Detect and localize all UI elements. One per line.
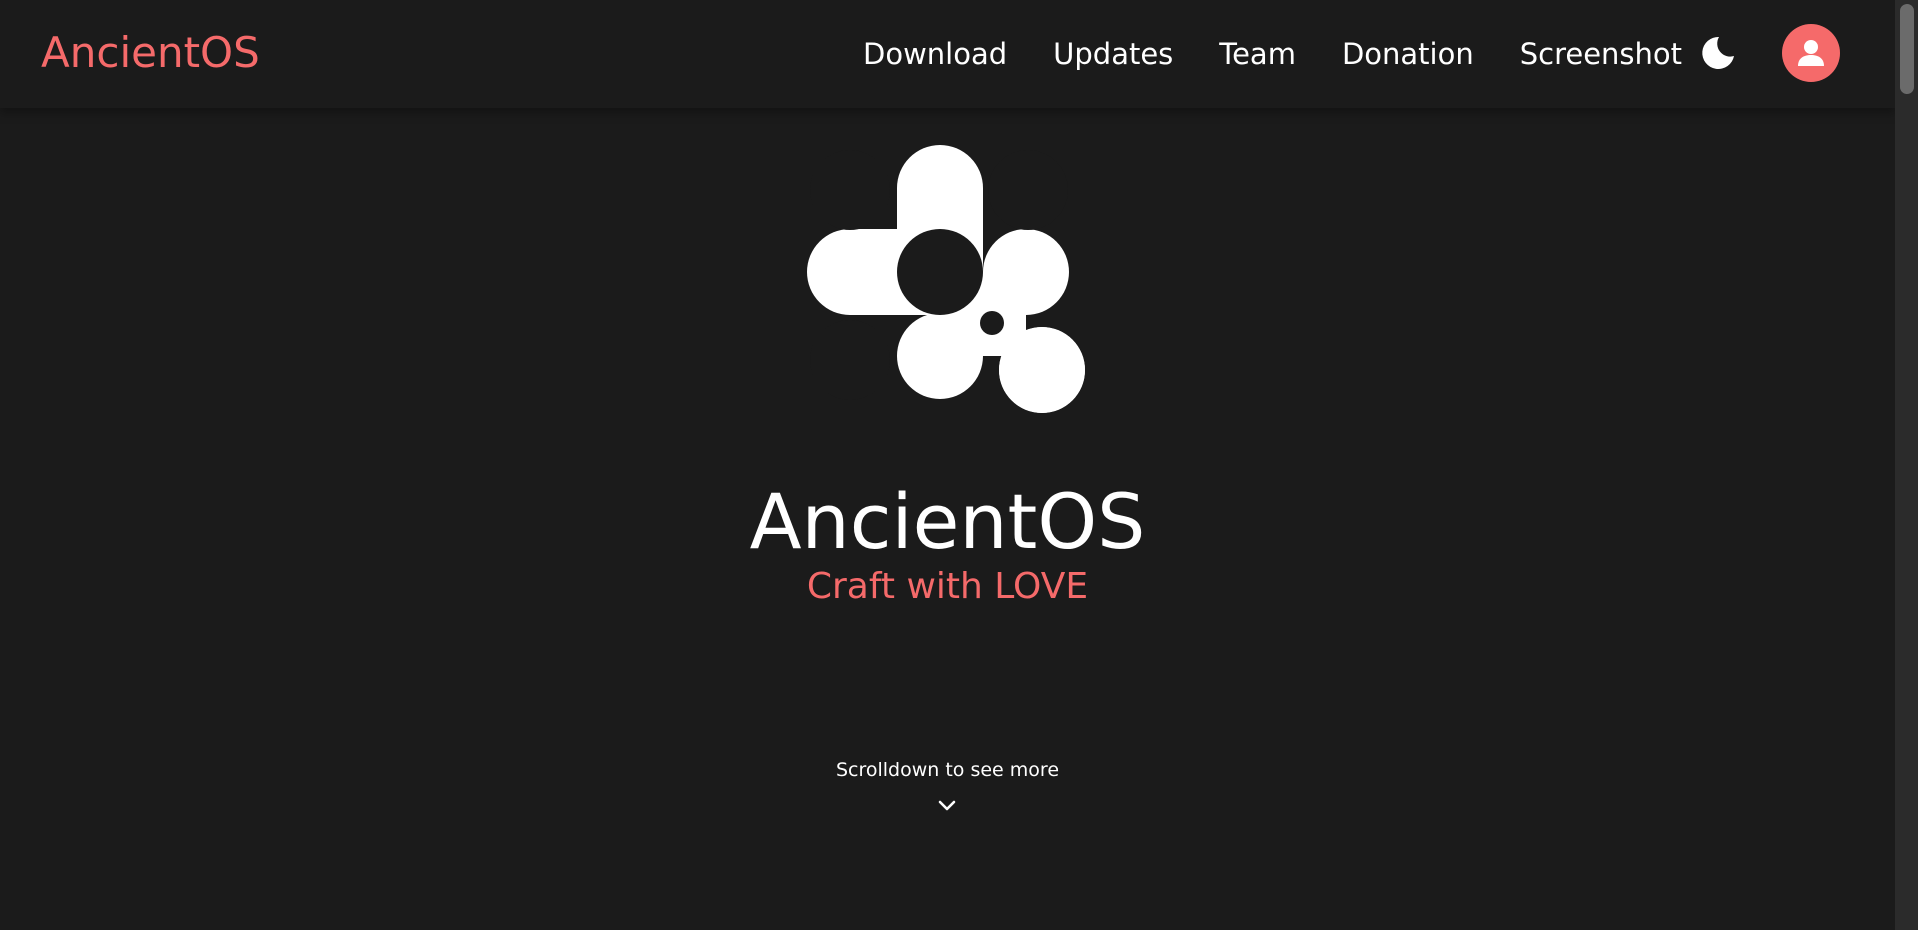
nav-link-team[interactable]: Team [1219, 28, 1296, 80]
nav-link-donation[interactable]: Donation [1342, 28, 1474, 80]
scrollbar-thumb[interactable] [1900, 4, 1914, 94]
chevron-down-icon[interactable] [936, 794, 958, 816]
ancientos-logo [807, 145, 1085, 413]
nav-links: Download Updates Team Donation Screensho… [863, 28, 1682, 80]
scrollbar[interactable] [1895, 0, 1918, 930]
nav-link-download[interactable]: Download [863, 28, 1007, 80]
nav-link-updates[interactable]: Updates [1053, 28, 1173, 80]
moon-icon [1702, 36, 1734, 69]
scroll-hint-text: Scrolldown to see more [835, 759, 1060, 781]
brand-logo-link[interactable]: AncientOS [41, 24, 260, 82]
theme-toggle-button[interactable] [1699, 34, 1737, 72]
navbar: AncientOS Download Updates Team Donation… [0, 0, 1895, 108]
user-icon [1798, 40, 1824, 66]
user-account-button[interactable] [1782, 24, 1840, 82]
nav-link-screenshot[interactable]: Screenshot [1520, 28, 1682, 80]
hero-title: AncientOS [749, 477, 1146, 566]
page: AncientOS Download Updates Team Donation… [0, 0, 1918, 930]
hero-subtitle: Craft with LOVE [806, 566, 1089, 607]
